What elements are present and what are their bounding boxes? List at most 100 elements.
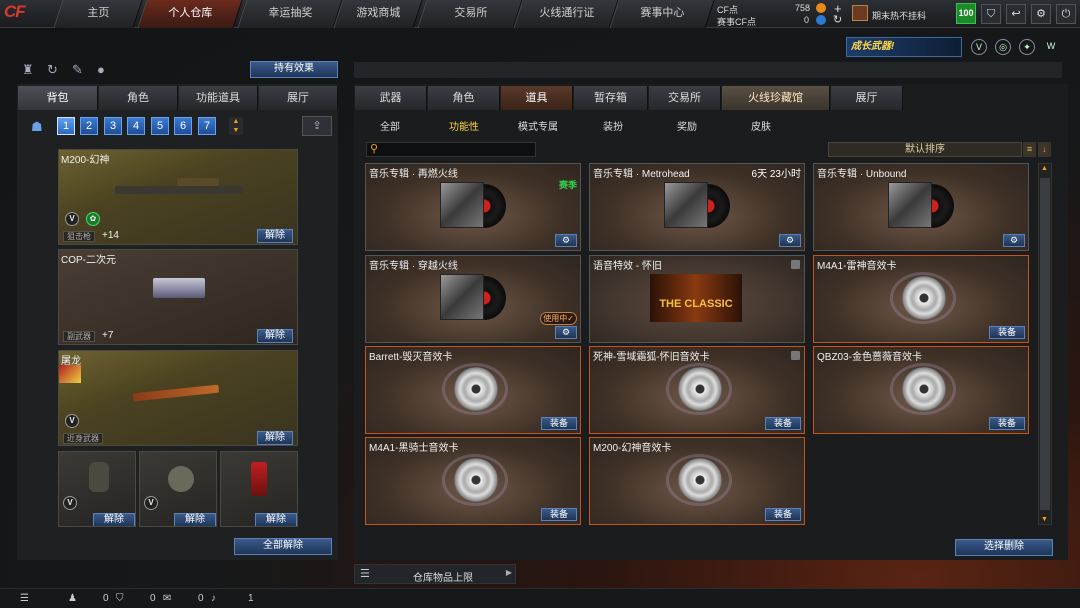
slot-grenade-1-remove[interactable]: 解除	[93, 513, 135, 526]
right-tab-collection[interactable]: 火线珍藏馆	[722, 86, 830, 110]
scrollbar[interactable]: ▲ ▼	[1038, 163, 1052, 525]
nav-tab-exchange[interactable]: 交易所	[417, 0, 523, 28]
scroll-up-icon[interactable]: ▲	[1041, 165, 1048, 172]
slot-grenade-3-remove[interactable]: 解除	[255, 513, 297, 526]
w-logo-icon[interactable]: W	[1043, 39, 1059, 55]
subtab-functional[interactable]: 功能性	[449, 118, 479, 133]
slot-primary-remove[interactable]: 解除	[257, 229, 293, 243]
page-3[interactable]: 3	[104, 117, 122, 135]
character-icon[interactable]: ♜	[22, 62, 34, 78]
card-voice-classic[interactable]: 语音特效 - 怀旧 THE CLASSIC	[589, 255, 805, 343]
effect-button[interactable]: 持有效果	[250, 61, 338, 78]
equip-button[interactable]: 装备	[765, 508, 801, 521]
page-7[interactable]: 7	[198, 117, 216, 135]
speaker-icon[interactable]: ♪	[211, 593, 216, 604]
right-tab-roles[interactable]: 角色	[428, 86, 500, 110]
nav-tab-home[interactable]: 主页	[53, 0, 143, 28]
growth-weapon-banner[interactable]: 成长武器!	[846, 37, 962, 57]
scroll-down-icon[interactable]: ▼	[1041, 516, 1048, 523]
list-view-icon[interactable]: ≡	[1023, 142, 1036, 157]
shield-badge-icon[interactable]: V	[971, 39, 987, 55]
sort-dropdown[interactable]: 默认排序	[828, 142, 1022, 157]
clan-name[interactable]: 期末热不挂科	[872, 9, 926, 22]
page-5[interactable]: 5	[151, 117, 169, 135]
page-1[interactable]: 1	[57, 117, 75, 135]
right-tab-exchange[interactable]: 交易所	[649, 86, 721, 110]
page-2[interactable]: 2	[80, 117, 98, 135]
sort-order-icon[interactable]: ↓	[1038, 142, 1051, 157]
page-6[interactable]: 6	[174, 117, 192, 135]
equip-button[interactable]: 装备	[989, 417, 1025, 430]
subtab-rewards[interactable]: 奖励	[677, 118, 697, 133]
equip-button[interactable]: 装备	[541, 417, 577, 430]
slot-secondary-remove[interactable]: 解除	[257, 329, 293, 343]
scroll-thumb[interactable]	[1040, 178, 1050, 510]
menu-icon[interactable]: ☰	[20, 593, 29, 604]
card-sound-m4a1-knight[interactable]: M4A1-黑骑士音效卡 装备	[365, 437, 581, 525]
card-sound-barrett[interactable]: Barrett-毁灭音效卡 装备	[365, 346, 581, 434]
left-tab-showroom[interactable]: 展厅	[259, 86, 338, 110]
page-4[interactable]: 4	[127, 117, 145, 135]
settings-button[interactable]: ⚙	[1003, 234, 1025, 247]
cf-logo[interactable]: CF	[4, 2, 50, 26]
settings-button[interactable]: ⚙	[555, 326, 577, 339]
card-album-crossfire[interactable]: 音乐专辑 · 穿越火线 使用中✓ ⚙	[365, 255, 581, 343]
nav-tab-store[interactable]: 游戏商城	[333, 0, 423, 28]
left-tab-tools[interactable]: 功能道具	[179, 86, 258, 110]
search-input[interactable]: ⚲	[366, 142, 536, 157]
chat-icon[interactable]: ✉	[163, 593, 171, 604]
rotate-icon[interactable]: ↻	[47, 62, 58, 78]
power-icon[interactable]: ⏻	[1056, 4, 1076, 24]
select-delete-button[interactable]: 选择删除	[955, 539, 1053, 556]
slot-grenade-2-remove[interactable]: 解除	[174, 513, 216, 526]
emblem-icon[interactable]: ✦	[1019, 39, 1035, 55]
subtab-all[interactable]: 全部	[380, 118, 400, 133]
card-sound-qbz03[interactable]: QBZ03-金色蔷薇音效卡 装备	[813, 346, 1029, 434]
refresh-icon[interactable]: ↻	[833, 13, 842, 26]
rank-icon[interactable]: ⛉	[981, 4, 1001, 24]
bag-icon[interactable]: ●	[97, 62, 105, 77]
right-tab-storage[interactable]: 暂存箱	[574, 86, 648, 110]
bag-page-icon[interactable]: ☗	[31, 119, 43, 135]
globe-icon[interactable]: ◎	[995, 39, 1011, 55]
gear-icon[interactable]: ⚙	[1031, 4, 1051, 24]
left-tab-role[interactable]: 角色	[99, 86, 178, 110]
equip-button[interactable]: 装备	[765, 417, 801, 430]
card-album-unbound[interactable]: 音乐专辑 · Unbound ⚙	[813, 163, 1029, 251]
nav-tab-warehouse[interactable]: 个人仓库	[137, 0, 243, 28]
subtab-skins[interactable]: 皮肤	[751, 118, 771, 133]
settings-button[interactable]: ⚙	[555, 234, 577, 247]
right-tab-weapons[interactable]: 武器	[355, 86, 427, 110]
unequip-all-button[interactable]: 全部解除	[234, 538, 332, 555]
slot-grenade-2[interactable]: V 解除	[139, 451, 217, 527]
clan-icon[interactable]	[852, 5, 868, 21]
equip-button[interactable]: 装备	[989, 326, 1025, 339]
card-sound-m200[interactable]: M200-幻神音效卡 装备	[589, 437, 805, 525]
subtab-dressup[interactable]: 装扮	[603, 118, 623, 133]
nav-tab-pass[interactable]: 火线通行证	[513, 0, 619, 28]
slot-melee[interactable]: 屠龙 V 近身武器 解除	[58, 350, 298, 446]
nav-tab-events[interactable]: 赛事中心	[609, 0, 715, 28]
card-album-metrohead[interactable]: 音乐专辑 · Metrohead 6天 23小时 ⚙	[589, 163, 805, 251]
equip-button[interactable]: 装备	[541, 508, 577, 521]
page-stepper[interactable]: ▲ ▼	[229, 117, 243, 135]
settings-button[interactable]: ⚙	[779, 234, 801, 247]
spray-icon[interactable]: ✎	[72, 62, 83, 78]
share-icon[interactable]: ⇪	[302, 116, 332, 136]
slot-grenade-1[interactable]: V 解除	[58, 451, 136, 527]
right-tab-showroom[interactable]: 展厅	[831, 86, 903, 110]
shield-icon[interactable]: ⛉	[116, 593, 124, 604]
subtab-mode[interactable]: 模式专属	[518, 118, 558, 133]
left-tab-backpack[interactable]: 背包	[18, 86, 98, 110]
right-tab-items[interactable]: 道具	[501, 86, 573, 110]
friends-icon[interactable]: ♟	[68, 593, 77, 604]
storage-limit-bar[interactable]: ☰ 仓库物品上限 ▶	[354, 564, 516, 584]
slot-grenade-3[interactable]: 解除	[220, 451, 298, 527]
slot-melee-remove[interactable]: 解除	[257, 431, 293, 445]
card-album-reignite[interactable]: 音乐专辑 · 再燃火线 赛季 ⚙	[365, 163, 581, 251]
slot-primary[interactable]: M200-幻神 V ✿ 狙击枪 +14 解除	[58, 149, 298, 245]
card-sound-m4a1-thor[interactable]: M4A1-雷神音效卡 装备	[813, 255, 1029, 343]
back-icon[interactable]: ↩	[1006, 4, 1026, 24]
card-sound-reaper[interactable]: 死神-雪域霜狐-怀旧音效卡 装备	[589, 346, 805, 434]
nav-tab-lucky-draw[interactable]: 幸运抽奖	[237, 0, 343, 28]
